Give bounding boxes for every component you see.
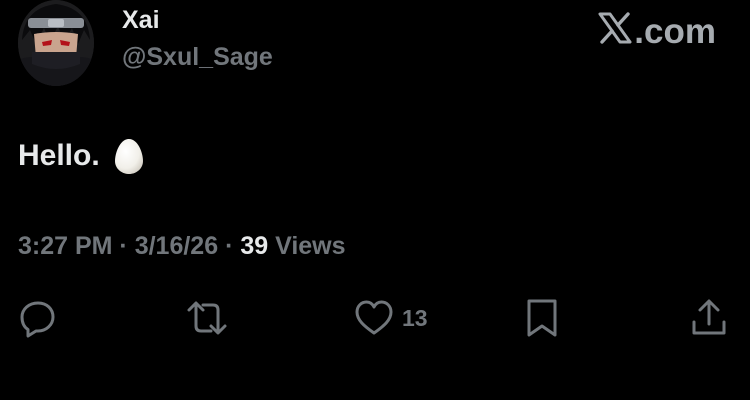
x-logo-icon bbox=[598, 12, 632, 50]
brand-watermark: .com bbox=[598, 12, 716, 50]
egg-emoji bbox=[114, 137, 144, 175]
meta-separator: · bbox=[112, 232, 135, 260]
tweet-meta: 3:27 PM · 3/16/26 · 39 Views bbox=[18, 234, 346, 259]
avatar[interactable] bbox=[18, 0, 94, 86]
handle[interactable]: @Sxul_Sage bbox=[122, 45, 273, 70]
reply-icon bbox=[20, 301, 55, 338]
heart-icon bbox=[355, 300, 393, 335]
bookmark-icon bbox=[527, 299, 557, 337]
bookmark-button[interactable] bbox=[524, 296, 560, 340]
action-bar: 13 bbox=[0, 296, 750, 342]
meta-separator: · bbox=[218, 232, 241, 260]
share-icon bbox=[692, 299, 726, 335]
tweet-text: Hello. bbox=[18, 139, 100, 172]
avatar-image bbox=[18, 0, 94, 86]
tweet-time: 3:27 PM bbox=[18, 232, 113, 260]
views-count[interactable]: 39 bbox=[240, 232, 268, 260]
share-button[interactable] bbox=[690, 296, 728, 340]
repost-icon bbox=[187, 301, 227, 335]
tweet-date: 3/16/26 bbox=[134, 232, 219, 260]
display-name[interactable]: Xai bbox=[122, 8, 160, 33]
reply-button[interactable] bbox=[18, 296, 58, 340]
views-label: Views bbox=[268, 232, 346, 260]
tweet-body: Hello. bbox=[18, 137, 144, 175]
like-button[interactable]: 13 bbox=[354, 296, 428, 340]
repost-button[interactable] bbox=[186, 296, 228, 340]
brand-text: .com bbox=[634, 11, 716, 51]
like-count: 13 bbox=[402, 304, 428, 331]
